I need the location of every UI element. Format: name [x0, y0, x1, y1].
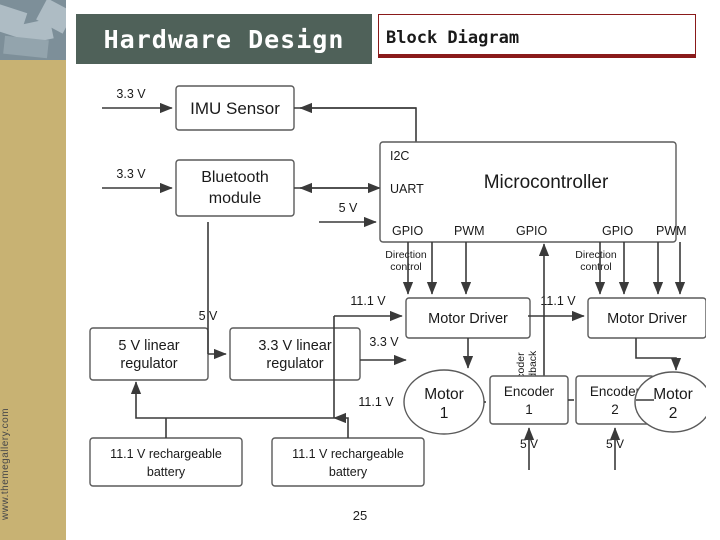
block-label-encoder-2-line1: Encoder	[590, 384, 641, 399]
mcu-port-pwm-1: PWM	[454, 224, 485, 238]
block-label-motor-driver-2: Motor Driver	[607, 311, 687, 327]
block-label-33v-regulator-line1: 3.3 V linear	[258, 338, 332, 354]
block-label-battery-1-line1: 11.1 V rechargeable	[110, 447, 222, 461]
block-label-5v-regulator-line1: 5 V linear	[118, 338, 179, 354]
subtitle-underline	[379, 54, 695, 57]
voltage-label-battery-out: 11.1 V	[358, 395, 394, 409]
sidebar-website-url: www.themegallery.com	[0, 407, 11, 520]
voltage-label-mcu-supply: 5 V	[339, 201, 358, 215]
block-label-motor-1-line1: Motor	[424, 386, 464, 403]
voltage-label-reg33-out: 3.3 V	[369, 335, 399, 349]
voltage-label-md2-supply: 11.1 V	[540, 294, 576, 308]
annotation-direction-control-2-line2: control	[580, 261, 612, 273]
block-label-bluetooth-line1: Bluetooth	[201, 169, 269, 186]
block-label-5v-regulator-line2: regulator	[120, 356, 177, 372]
block-label-encoder-2-line2: 2	[611, 402, 619, 417]
header-photo-thumbnail	[0, 0, 66, 60]
page-title: Hardware Design	[103, 24, 345, 54]
block-label-imu: IMU Sensor	[190, 99, 280, 118]
block-label-microcontroller: Microcontroller	[484, 172, 609, 193]
block-label-motor-2-line1: Motor	[653, 386, 693, 403]
block-label-33v-regulator-line2: regulator	[266, 356, 323, 372]
page-number: 25	[352, 508, 368, 523]
mcu-port-i2c: I2C	[390, 149, 409, 163]
block-label-bluetooth-line2: module	[209, 190, 262, 207]
block-label-encoder-1-line2: 1	[525, 402, 533, 417]
voltage-label-md1-supply: 11.1 V	[350, 294, 386, 308]
voltage-label-bt-supply: 3.3 V	[116, 167, 146, 181]
mcu-port-gpio-2: GPIO	[516, 224, 548, 238]
block-label-encoder-1-line1: Encoder	[504, 384, 555, 399]
block-label-motor-2-line2: 2	[669, 405, 678, 422]
left-decorative-band: www.themegallery.com	[0, 0, 66, 540]
block-label-battery-1-line2: battery	[147, 465, 186, 479]
block-label-battery-2-line1: 11.1 V rechargeable	[292, 447, 404, 461]
subtitle-text: Block Diagram	[386, 28, 520, 48]
annotation-direction-control-1-line1: Direction	[385, 249, 427, 261]
block-label-motor-1-line2: 1	[440, 405, 449, 422]
block-label-battery-2-line2: battery	[329, 465, 368, 479]
mcu-port-pwm-2: PWM	[656, 224, 687, 238]
mcu-port-gpio-1: GPIO	[392, 224, 424, 238]
annotation-direction-control-2-line1: Direction	[575, 249, 617, 261]
annotation-direction-control-1-line2: control	[390, 261, 422, 273]
voltage-label-imu-supply: 3.3 V	[116, 87, 146, 101]
block-diagram: IMU Sensor 3.3 V Bluetooth module 3.3 V …	[76, 72, 706, 502]
mcu-port-uart: UART	[390, 182, 424, 196]
mcu-port-gpio-3: GPIO	[602, 224, 634, 238]
page-title-box: Hardware Design	[76, 14, 372, 64]
block-label-motor-driver-1: Motor Driver	[428, 311, 508, 327]
